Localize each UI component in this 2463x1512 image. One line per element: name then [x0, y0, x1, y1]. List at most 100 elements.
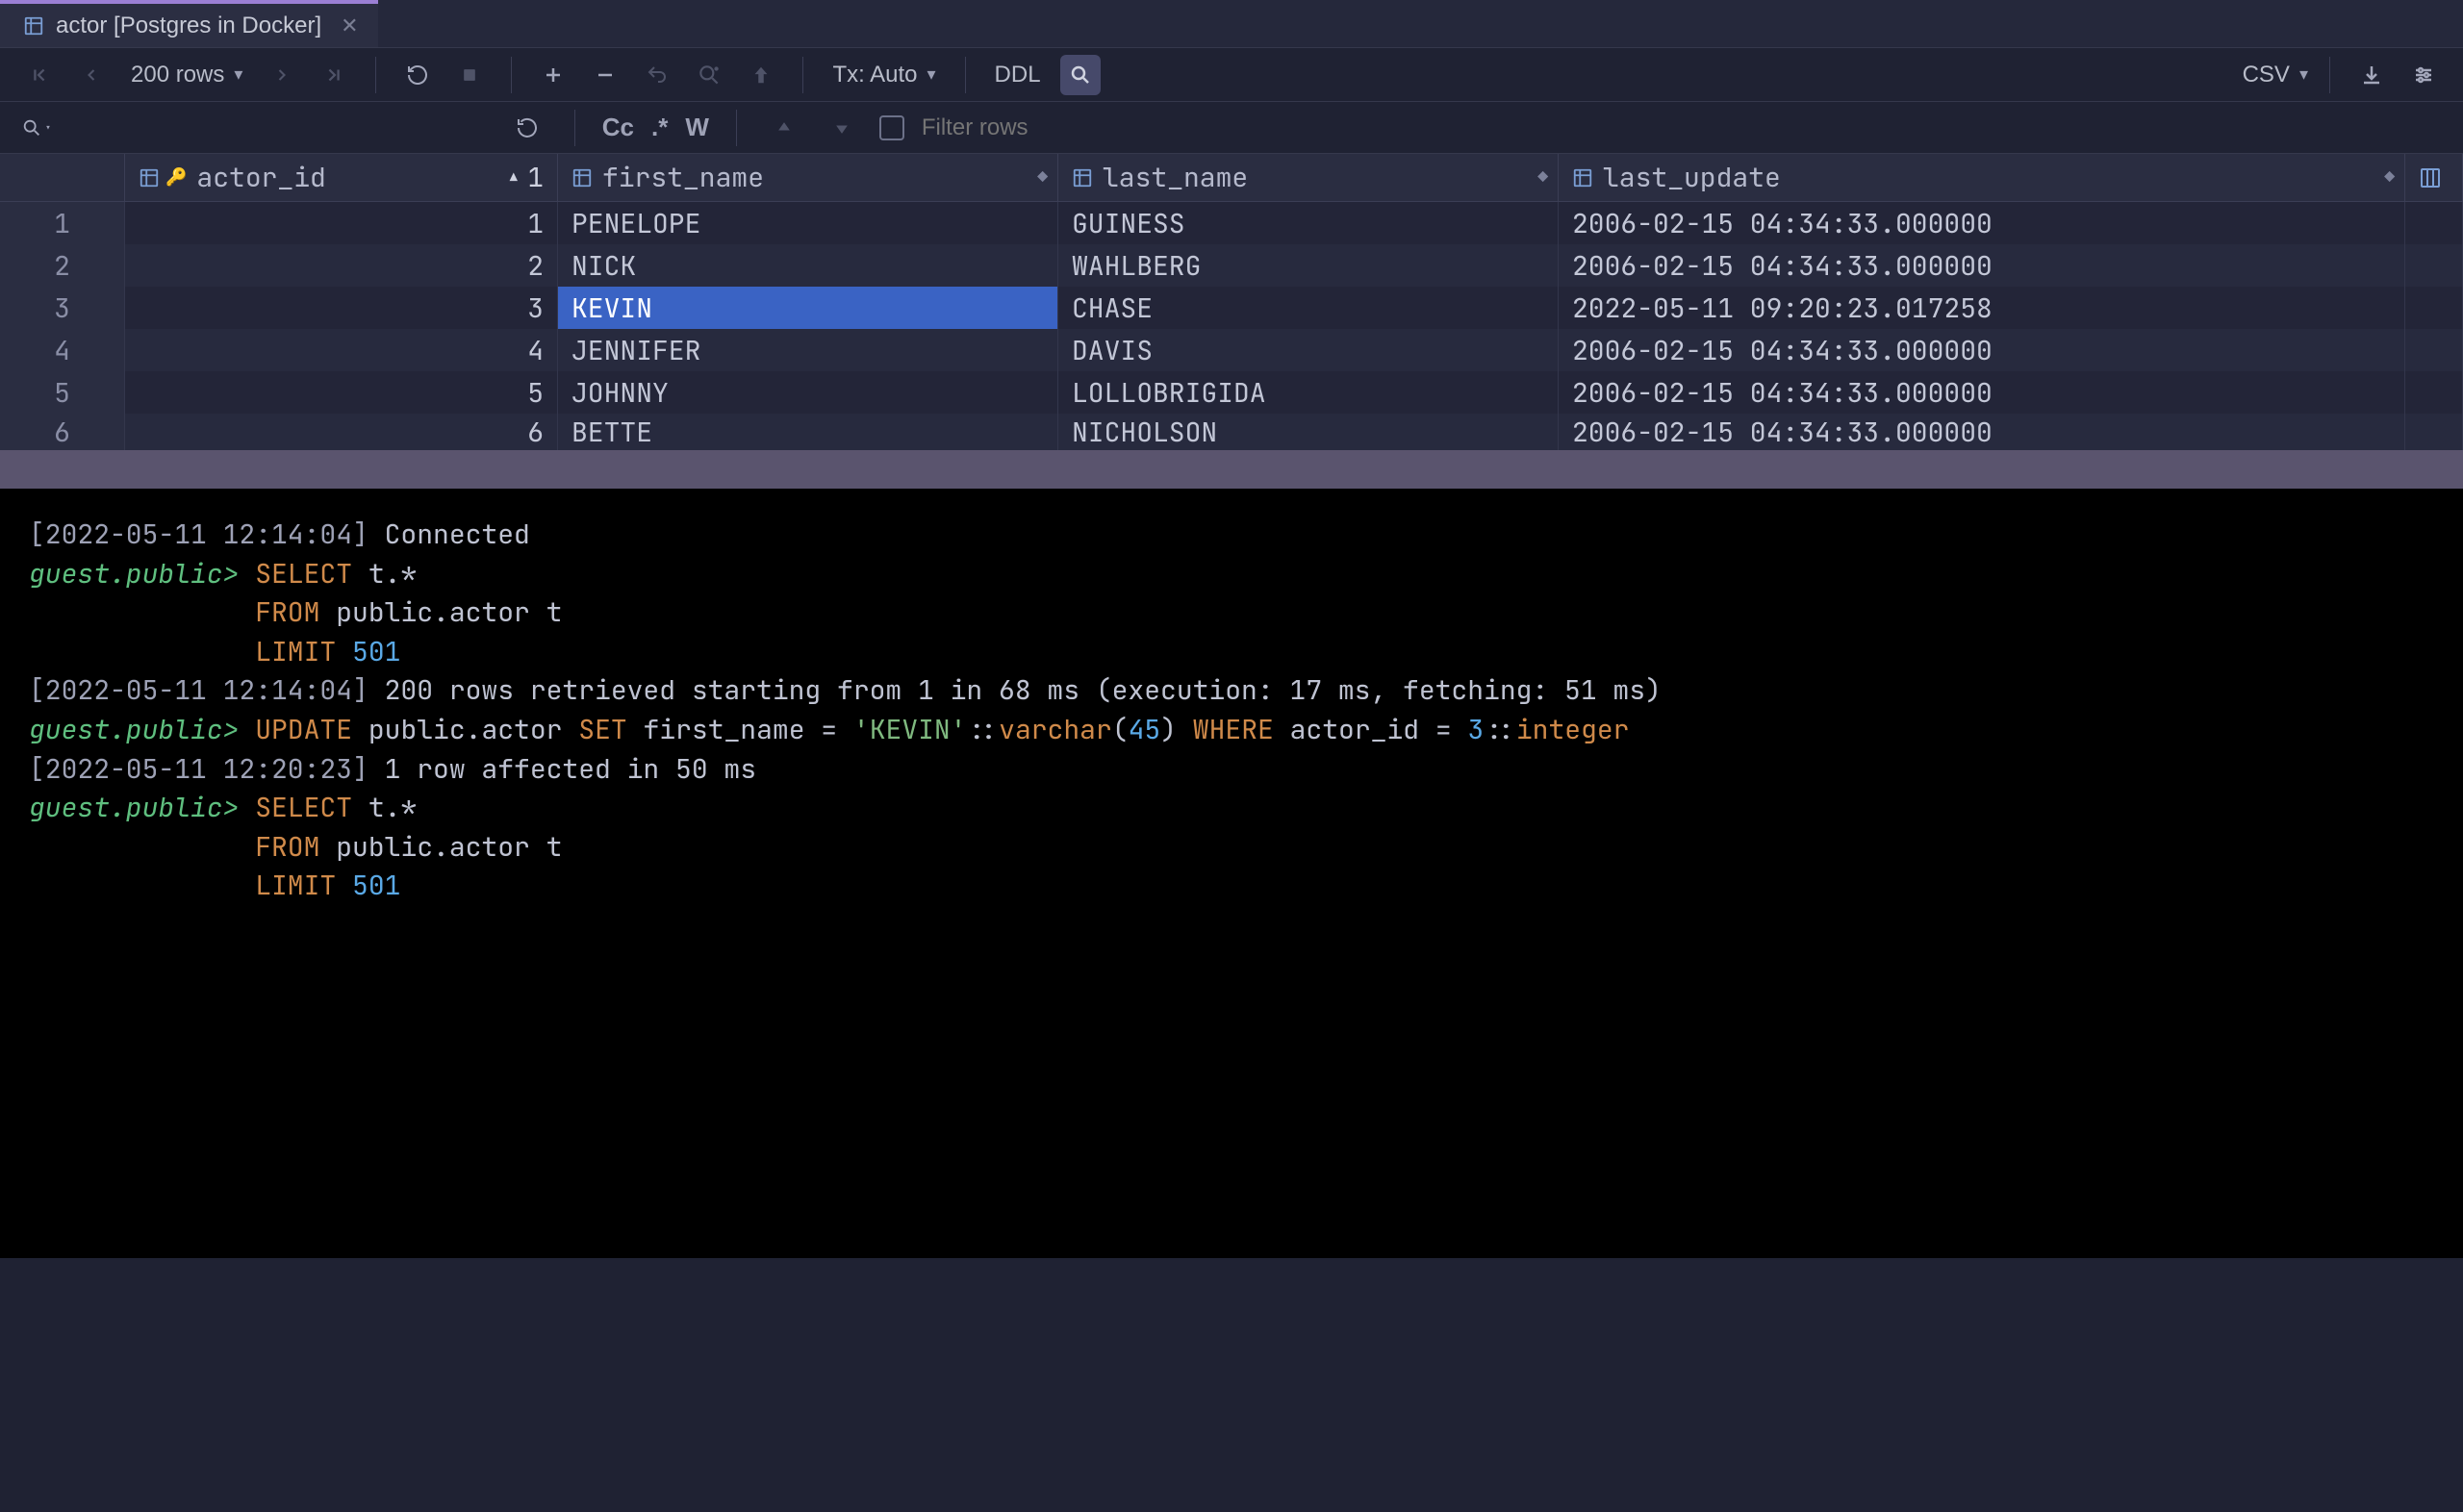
preview-changes-button[interactable]	[689, 55, 729, 95]
cell-actor-id[interactable]: 1	[125, 202, 558, 244]
column-header-first-name[interactable]: first_name ◆	[558, 154, 1058, 201]
column-menu-icon[interactable]: ◆	[1537, 166, 1548, 189]
cell-actor-id[interactable]: 2	[125, 244, 558, 287]
row-number[interactable]: 2	[0, 244, 125, 287]
page-last-button[interactable]	[314, 55, 354, 95]
cell-spacer[interactable]	[2405, 371, 2463, 414]
column-header-actor-id[interactable]: 🔑 actor_id ▴ 1	[125, 154, 558, 201]
tab-actor[interactable]: actor [Postgres in Docker] ✕	[0, 0, 378, 47]
close-icon[interactable]: ✕	[341, 13, 358, 38]
cell-first-name[interactable]: NICK	[558, 244, 1058, 287]
row-number[interactable]: 4	[0, 329, 125, 371]
column-icon	[571, 167, 593, 189]
cell-actor-id[interactable]: 5	[125, 371, 558, 414]
chevron-down-icon: ▾	[234, 64, 242, 85]
console-line: [2022-05-11 12:14:04] 200 rows retrieved…	[29, 671, 2434, 711]
cell-first-name[interactable]: BETTE	[558, 414, 1058, 450]
row-number[interactable]: 1	[0, 202, 125, 244]
table-row[interactable]: 22NICKWAHLBERG2006-02-15 04:34:33.000000	[0, 244, 2463, 287]
stop-button[interactable]	[449, 55, 490, 95]
cell-last-name[interactable]: LOLLOBRIGIDA	[1058, 371, 1559, 414]
tx-label: Tx: Auto	[832, 62, 917, 88]
column-name: first_name	[602, 160, 764, 195]
remove-row-button[interactable]	[585, 55, 625, 95]
cell-last-name[interactable]: NICHOLSON	[1058, 414, 1559, 450]
table-row[interactable]: 44JENNIFERDAVIS2006-02-15 04:34:33.00000…	[0, 329, 2463, 371]
cell-last-update[interactable]: 2006-02-15 04:34:33.000000	[1559, 371, 2405, 414]
cell-first-name[interactable]: JENNIFER	[558, 329, 1058, 371]
console-line: LIMIT 501	[29, 633, 2434, 672]
output-console[interactable]: [2022-05-11 12:14:04] Connected guest.pu…	[0, 489, 2463, 1258]
table-icon	[23, 15, 44, 37]
row-number[interactable]: 5	[0, 371, 125, 414]
column-header-last-name[interactable]: last_name ◆	[1058, 154, 1559, 201]
row-number[interactable]: 3	[0, 287, 125, 329]
cell-spacer[interactable]	[2405, 414, 2463, 450]
ddl-button[interactable]: DDL	[987, 62, 1049, 88]
separator	[736, 110, 737, 146]
download-button[interactable]	[2351, 55, 2392, 95]
cell-first-name[interactable]: JOHNNY	[558, 371, 1058, 414]
console-line: [2022-05-11 12:14:04] Connected	[29, 516, 2434, 555]
separator	[574, 110, 575, 146]
history-icon[interactable]	[507, 108, 547, 148]
cell-last-update[interactable]: 2006-02-15 04:34:33.000000	[1559, 202, 2405, 244]
revert-button[interactable]	[637, 55, 677, 95]
page-prev-button[interactable]	[71, 55, 112, 95]
cell-last-name[interactable]: CHASE	[1058, 287, 1559, 329]
cell-last-update[interactable]: 2006-02-15 04:34:33.000000	[1559, 414, 2405, 450]
cell-actor-id[interactable]: 6	[125, 414, 558, 450]
table-row[interactable]: 55JOHNNYLOLLOBRIGIDA2006-02-15 04:34:33.…	[0, 371, 2463, 414]
search-icon[interactable]: ▾	[19, 108, 54, 148]
cell-first-name[interactable]: KEVIN	[558, 287, 1058, 329]
words-toggle[interactable]: W	[685, 113, 709, 142]
regex-toggle[interactable]: .*	[651, 113, 668, 142]
prev-match-button[interactable]	[764, 108, 804, 148]
page-next-button[interactable]	[262, 55, 302, 95]
column-menu-icon[interactable]: ◆	[2384, 166, 2395, 189]
rows-dropdown[interactable]: 200 rows ▾	[123, 62, 250, 88]
add-row-button[interactable]	[533, 55, 573, 95]
console-line: [2022-05-11 12:20:23] 1 row affected in …	[29, 750, 2434, 790]
cell-first-name[interactable]: PENELOPE	[558, 202, 1058, 244]
reload-button[interactable]	[397, 55, 438, 95]
cell-actor-id[interactable]: 3	[125, 287, 558, 329]
cell-last-update[interactable]: 2022-05-11 09:20:23.017258	[1559, 287, 2405, 329]
rows-label: 200 rows	[131, 62, 224, 88]
cell-spacer[interactable]	[2405, 287, 2463, 329]
settings-icon[interactable]	[2403, 55, 2444, 95]
filter-rows-input[interactable]	[922, 114, 1172, 141]
cell-last-update[interactable]: 2006-02-15 04:34:33.000000	[1559, 244, 2405, 287]
column-menu-icon[interactable]: ◆	[1037, 166, 1048, 189]
tx-dropdown[interactable]: Tx: Auto ▾	[825, 62, 943, 88]
table-row[interactable]: 11PENELOPEGUINESS2006-02-15 04:34:33.000…	[0, 202, 2463, 244]
row-number[interactable]: 6	[0, 414, 125, 450]
cell-last-name[interactable]: DAVIS	[1058, 329, 1559, 371]
table-row[interactable]: 66BETTENICHOLSON2006-02-15 04:34:33.0000…	[0, 414, 2463, 450]
data-grid: 🔑 actor_id ▴ 1 first_name ◆ last_name ◆ …	[0, 154, 2463, 450]
cell-spacer[interactable]	[2405, 202, 2463, 244]
column-picker[interactable]	[2405, 154, 2463, 201]
match-case-toggle[interactable]: Cc	[602, 113, 634, 142]
cell-spacer[interactable]	[2405, 244, 2463, 287]
cell-last-name[interactable]: WAHLBERG	[1058, 244, 1559, 287]
filter-checkbox[interactable]	[879, 115, 904, 140]
cell-actor-id[interactable]: 4	[125, 329, 558, 371]
cell-last-update[interactable]: 2006-02-15 04:34:33.000000	[1559, 329, 2405, 371]
page-first-button[interactable]	[19, 55, 60, 95]
primary-key-icon: 🔑	[165, 166, 187, 189]
column-header-last-update[interactable]: last_update ◆	[1559, 154, 2405, 201]
columns-icon	[2419, 166, 2442, 189]
table-row[interactable]: 33KEVINCHASE2022-05-11 09:20:23.017258	[0, 287, 2463, 329]
search-toggle-button[interactable]	[1060, 55, 1101, 95]
column-icon	[1072, 167, 1093, 189]
submit-button[interactable]	[741, 55, 781, 95]
grid-header: 🔑 actor_id ▴ 1 first_name ◆ last_name ◆ …	[0, 154, 2463, 202]
cell-spacer[interactable]	[2405, 329, 2463, 371]
tab-title: actor [Postgres in Docker]	[56, 13, 321, 39]
next-match-button[interactable]	[822, 108, 862, 148]
export-dropdown[interactable]: CSV ▾	[2243, 62, 2308, 88]
splitter[interactable]	[0, 450, 2463, 489]
export-label: CSV	[2243, 62, 2290, 88]
cell-last-name[interactable]: GUINESS	[1058, 202, 1559, 244]
